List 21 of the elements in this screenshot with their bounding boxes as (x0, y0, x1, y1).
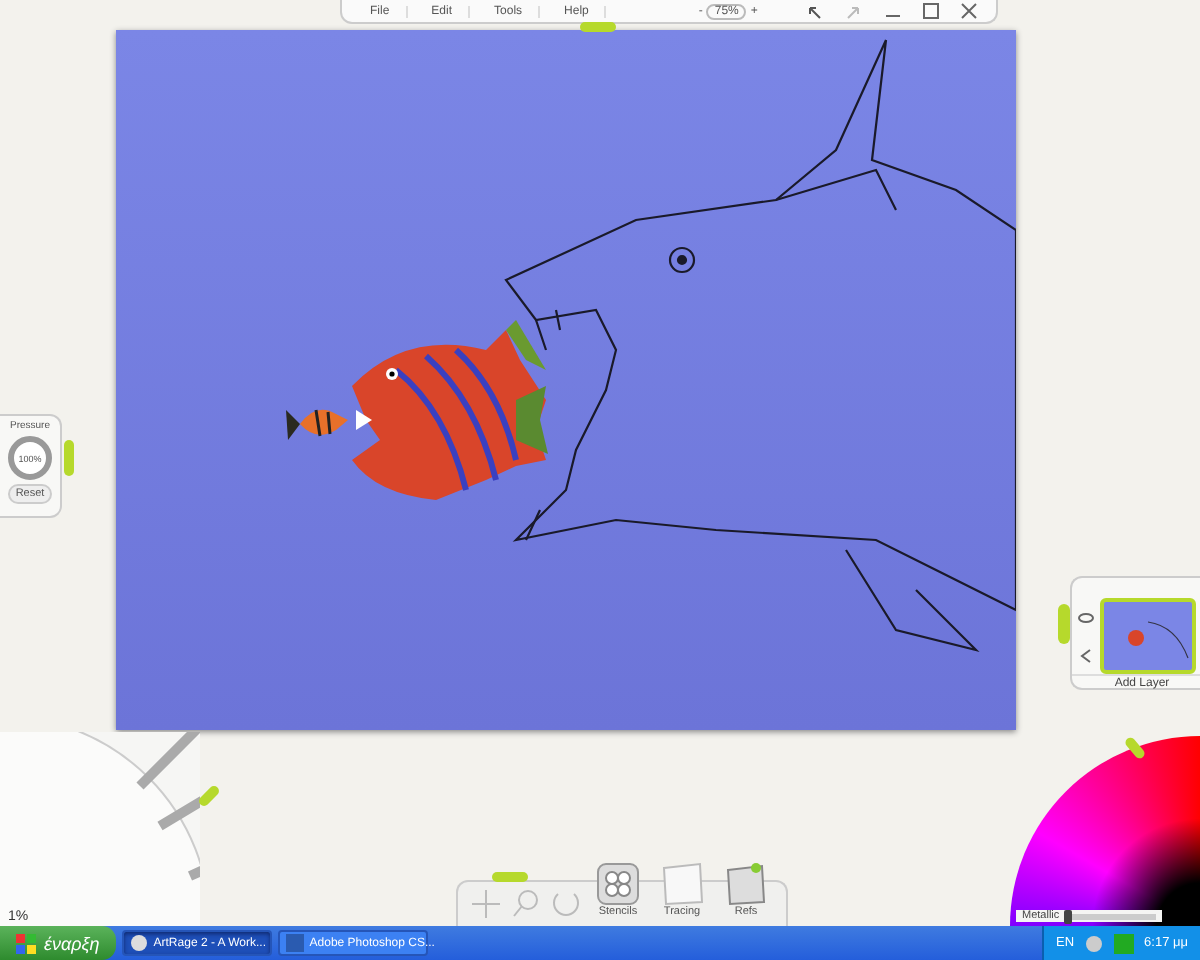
move-icon[interactable] (470, 888, 502, 920)
maximize-icon[interactable] (921, 2, 940, 20)
undo-icon[interactable] (803, 1, 824, 21)
layer-thumbnail[interactable] (1100, 598, 1196, 674)
app-icon (285, 934, 304, 952)
panel-handle[interactable] (64, 440, 74, 476)
windows-logo-icon (16, 933, 36, 953)
app-icon (129, 934, 148, 952)
close-icon[interactable] (959, 2, 978, 20)
panel-handle[interactable] (580, 22, 616, 32)
panel-handle[interactable] (1058, 604, 1070, 644)
search-icon[interactable] (510, 888, 542, 920)
redo-icon[interactable] (843, 1, 864, 21)
metallic-slider[interactable] (1065, 913, 1156, 919)
panel-handle[interactable] (492, 872, 528, 882)
eye-icon[interactable] (1078, 609, 1094, 625)
small-fish-drawing (286, 408, 348, 440)
rotate-icon[interactable] (550, 888, 582, 920)
slider-thumb[interactable] (1063, 909, 1072, 923)
tray-app-icon[interactable] (1114, 933, 1135, 953)
network-icon[interactable] (1084, 933, 1105, 953)
